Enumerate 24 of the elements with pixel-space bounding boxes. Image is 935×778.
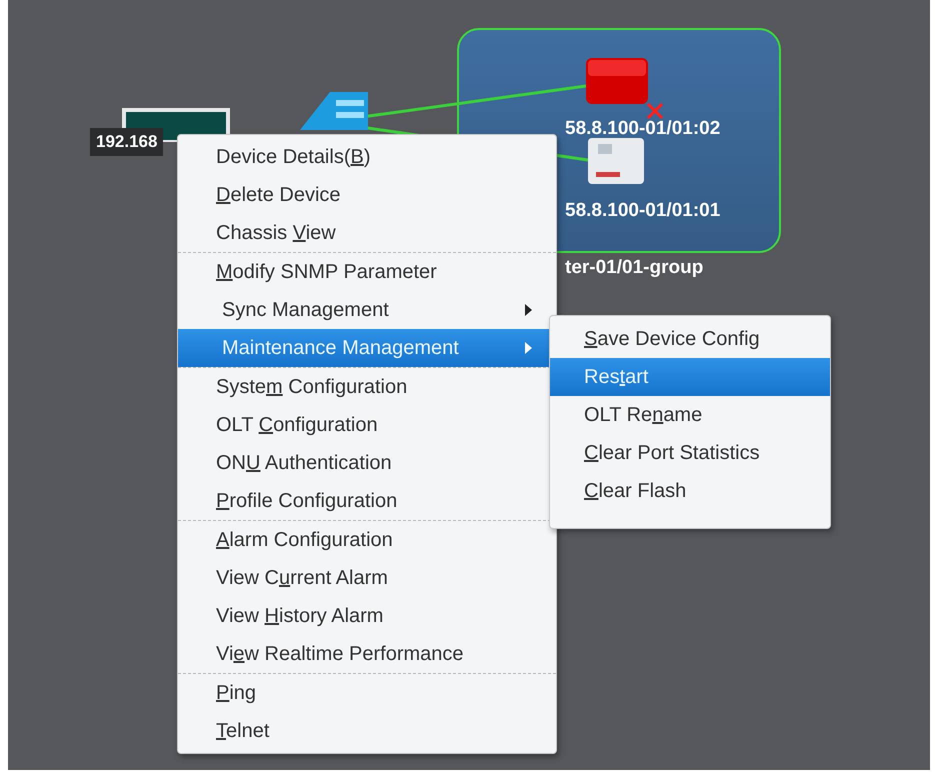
device-label: 58.8.100-01/01:01 xyxy=(565,199,720,223)
switch-icon xyxy=(300,92,368,130)
menu-item[interactable]: View Current Alarm xyxy=(178,559,556,597)
submenu-arrow-icon xyxy=(525,304,532,316)
device-icon xyxy=(586,58,648,104)
menu-item[interactable]: Telnet xyxy=(178,712,556,750)
device-label: 192.168 xyxy=(90,128,164,156)
menu-item[interactable]: Delete Device xyxy=(178,176,556,214)
menu-item[interactable]: Clear Port Statistics xyxy=(550,434,830,472)
submenu-arrow-icon xyxy=(525,342,532,354)
menu-item[interactable]: Device Details(B) xyxy=(178,138,556,176)
menu-item[interactable]: Restart xyxy=(550,358,830,396)
menu-item[interactable]: Ping xyxy=(178,674,556,712)
menu-item[interactable]: Chassis View xyxy=(178,214,556,252)
menu-item[interactable]: Modify SNMP Parameter xyxy=(178,253,556,291)
device-label: ter-01/01-group xyxy=(565,256,704,280)
device-label: 58.8.100-01/01:02 xyxy=(565,117,720,141)
error-mark-icon xyxy=(646,102,664,120)
menu-item[interactable]: OLT Rename xyxy=(550,396,830,434)
menu-item[interactable]: Alarm Configuration xyxy=(178,521,556,559)
menu-item[interactable]: View Realtime Performance xyxy=(178,635,556,673)
menu-item[interactable]: Clear Flash xyxy=(550,472,830,510)
onu-device-icon xyxy=(588,138,644,184)
menu-item[interactable]: View History Alarm xyxy=(178,597,556,635)
